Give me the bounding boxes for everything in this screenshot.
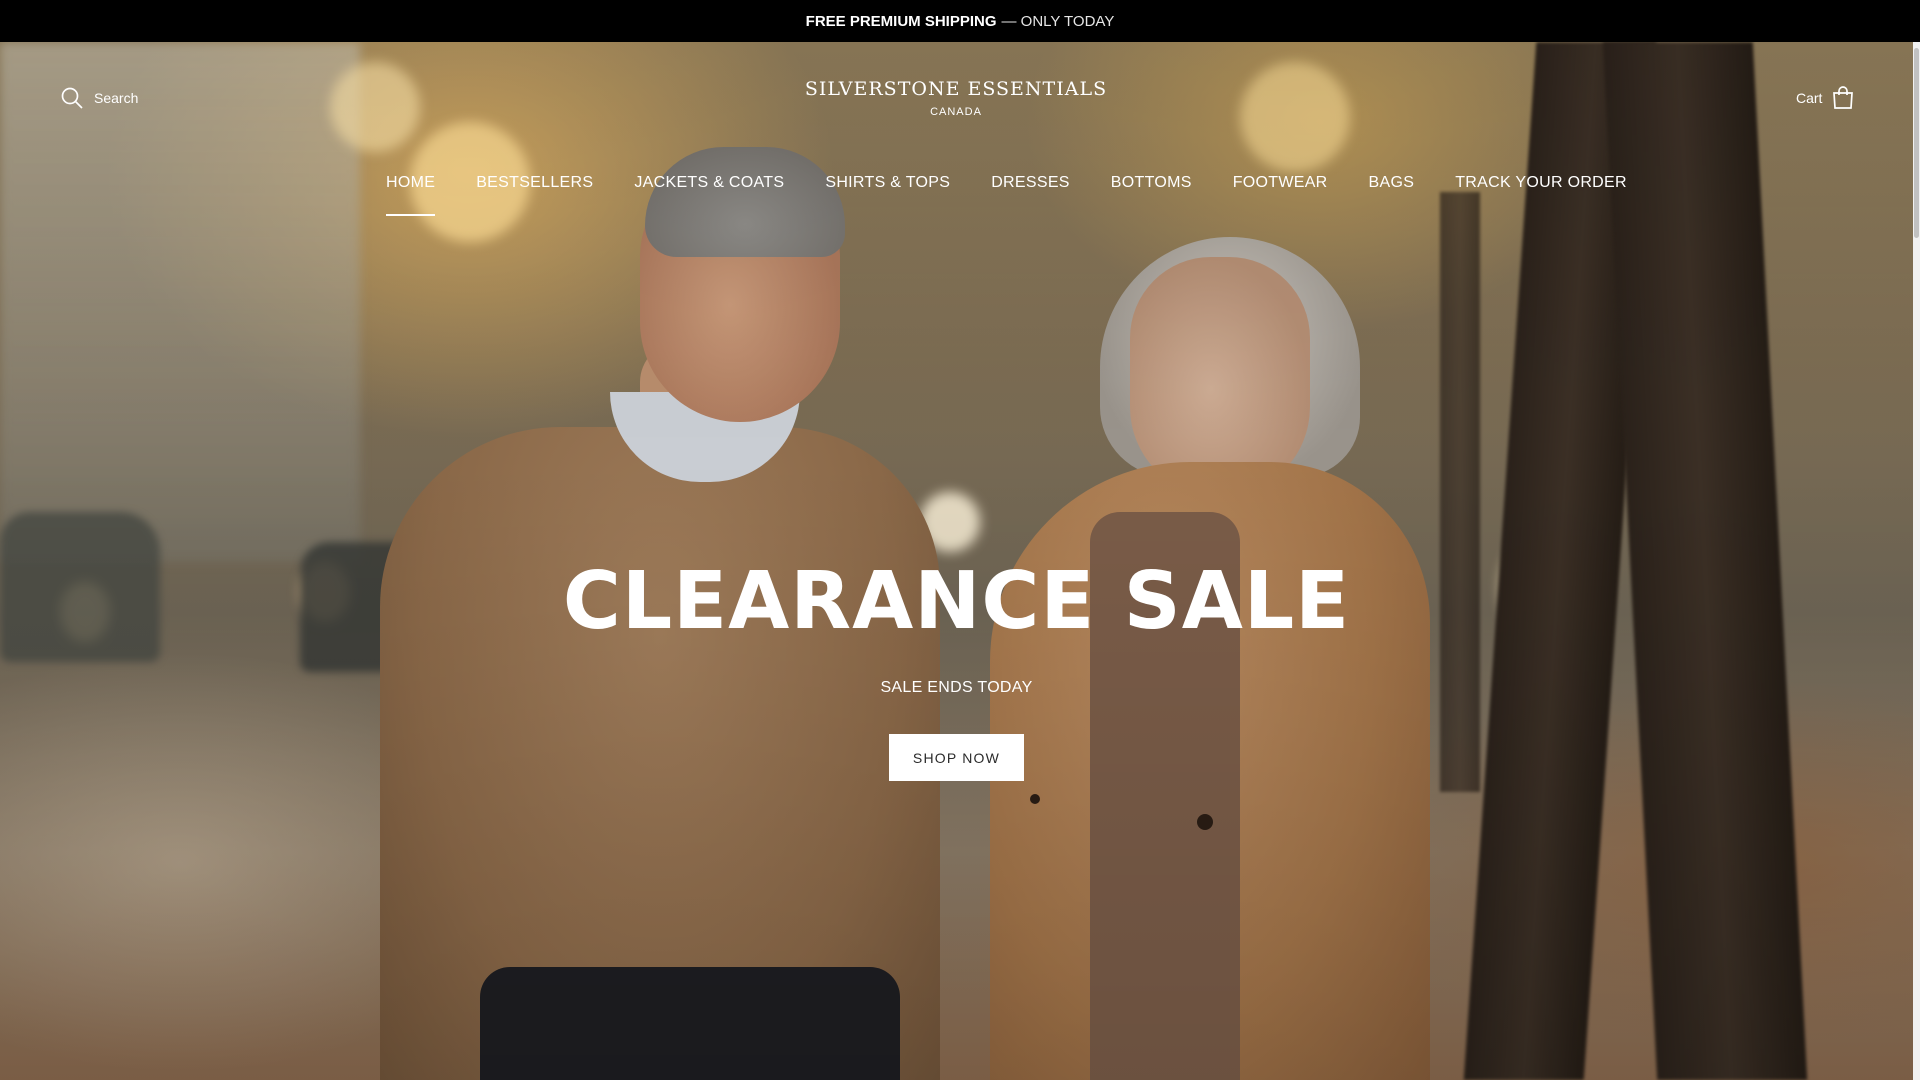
shopping-bag-icon	[1833, 86, 1854, 109]
scrollbar-thumb[interactable]	[1914, 48, 1919, 238]
hero-subheadline: SALE ENDS TODAY	[880, 679, 1033, 696]
nav-item-jackets-coats[interactable]: JACKETS & COATS	[634, 174, 784, 216]
nav-item-shirts-tops[interactable]: SHIRTS & TOPS	[825, 174, 950, 216]
nav-item-track-order[interactable]: TRACK YOUR ORDER	[1455, 174, 1627, 216]
main-nav: HOME BESTSELLERS JACKETS & COATS SHIRTS …	[386, 174, 1668, 216]
search-label: Search	[94, 90, 139, 106]
logo-subtitle: CANADA	[930, 106, 982, 118]
nav-item-footwear[interactable]: FOOTWEAR	[1233, 174, 1328, 216]
search-icon	[61, 87, 83, 109]
hero-headline: CLEARANCE SALE	[562, 555, 1351, 647]
nav-item-bags[interactable]: BAGS	[1369, 174, 1415, 216]
logo-title: SILVERSTONE ESSENTIALS	[804, 78, 1108, 100]
cart-button[interactable]: Cart	[1796, 86, 1854, 110]
store-logo[interactable]: SILVERSTONE ESSENTIALS CANADA	[756, 78, 1156, 118]
nav-item-bottoms[interactable]: BOTTOMS	[1111, 174, 1192, 216]
announcement-bold-text: FREE PREMIUM SHIPPING	[805, 12, 997, 30]
nav-item-home[interactable]: HOME	[386, 174, 436, 216]
nav-item-dresses[interactable]: DRESSES	[991, 174, 1070, 216]
page-scrollbar[interactable]	[1913, 42, 1920, 1080]
search-button[interactable]: Search	[60, 86, 138, 110]
announcement-bar: FREE PREMIUM SHIPPING — ONLY TODAY	[0, 0, 1920, 42]
shop-now-button[interactable]: SHOP NOW	[889, 734, 1024, 781]
nav-item-bestsellers[interactable]: BESTSELLERS	[476, 174, 593, 216]
cart-label: Cart	[1796, 90, 1823, 106]
announcement-text: — ONLY TODAY	[1001, 12, 1115, 30]
